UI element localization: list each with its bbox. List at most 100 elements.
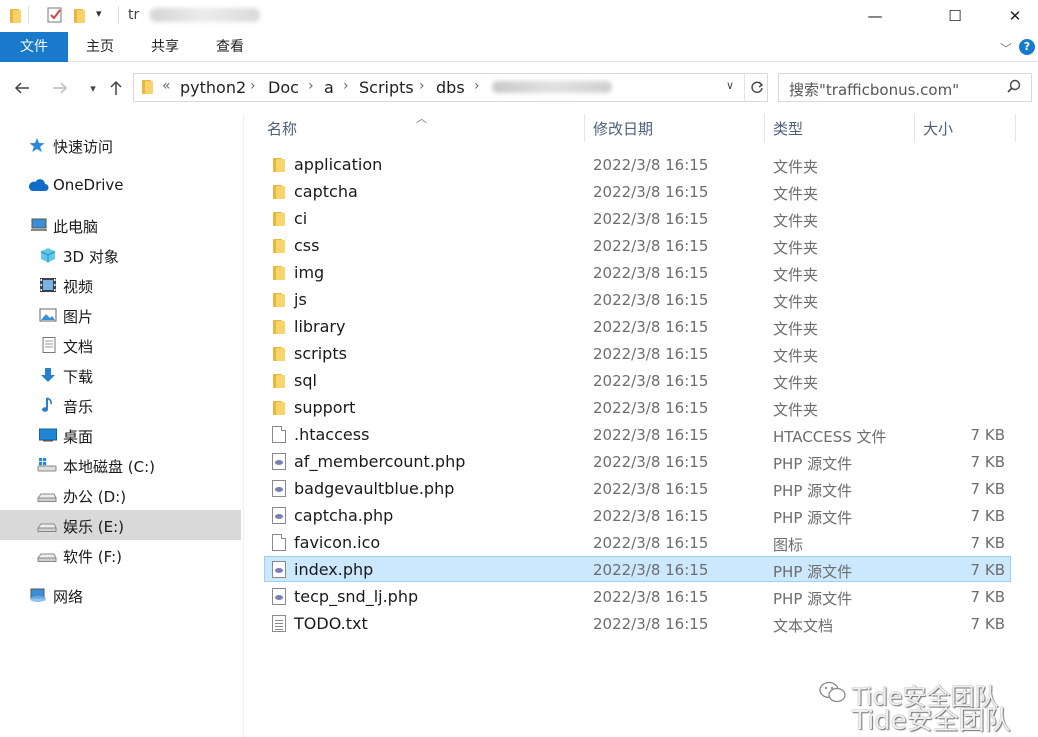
nav-item-drive-d[interactable]: 办公 (D:) [0,480,241,510]
tab-share[interactable]: 共享 [139,32,191,62]
nav-item-videos[interactable]: 视频 [0,270,241,300]
document-icon [42,337,56,353]
nav-item-desktop[interactable]: 桌面 [0,420,241,450]
file-date: 2022/3/8 16:15 [593,480,709,498]
close-button[interactable]: ✕ [992,0,1038,32]
refresh-button[interactable] [744,74,768,101]
folder-icon [272,210,286,227]
folder-icon [272,183,286,200]
tab-home[interactable]: 主页 [74,32,126,62]
back-button[interactable] [9,77,35,99]
folder-icon [272,318,286,335]
file-type: 文件夹 [773,158,819,176]
file-row[interactable]: index.php 2022/3/8 16:15 PHP 源文件 7 KB [264,556,1011,582]
php-file-icon [272,561,286,578]
drive-icon [37,523,57,532]
nav-item-this-pc[interactable]: 此电脑 [0,210,241,240]
column-separator[interactable] [914,114,915,142]
file-type: 文件夹 [773,320,819,338]
file-name: .htaccess [294,425,370,444]
qat-dropdown-icon[interactable]: ▾ [96,7,102,20]
nav-item-music[interactable]: 音乐 [0,390,241,420]
search-box[interactable]: 搜索"trafficbonus.com" [778,73,1032,102]
folder-icon [272,345,286,362]
navigation-bar: ▾ « python2 › Doc › a › Scripts › dbs › … [0,62,1038,114]
column-separator[interactable] [1015,114,1016,142]
folder-icon [272,264,286,281]
file-date: 2022/3/8 16:15 [593,399,709,417]
file-row[interactable]: ci 2022/3/8 16:15 文件夹 [264,205,1011,231]
file-type: 文本文档 [773,617,834,635]
file-row[interactable]: css 2022/3/8 16:15 文件夹 [264,232,1011,258]
arrow-up-icon [110,80,122,95]
nav-item-network[interactable]: 网络 [0,580,241,610]
breadcrumb-a[interactable]: a [324,78,334,97]
column-header-name[interactable]: 名称 [267,118,297,139]
file-row[interactable]: img 2022/3/8 16:15 文件夹 [264,259,1011,285]
nav-item-onedrive[interactable]: OneDrive [0,170,241,200]
folder-icon [272,237,286,254]
nav-item-documents[interactable]: 文档 [0,330,241,360]
column-separator[interactable] [764,114,765,142]
file-row[interactable]: af_membercount.php 2022/3/8 16:15 PHP 源文件 7… [264,448,1011,474]
file-name: badgevaultblue.php [294,479,455,498]
file-row[interactable]: js 2022/3/8 16:15 文件夹 [264,286,1011,312]
search-input[interactable]: 搜索"trafficbonus.com" [789,79,959,100]
nav-item-3d-objects[interactable]: 3D 对象 [0,240,241,270]
maximize-button[interactable]: ☐ [932,0,978,32]
sort-ascending-icon: ︿ [416,112,427,125]
nav-item-quick-access[interactable]: 快速访问 [0,130,241,160]
forward-button[interactable] [47,77,73,99]
file-size: 7 KB [970,588,1005,606]
breadcrumb-python2[interactable]: python2 [180,78,246,97]
help-icon[interactable]: ? [1019,39,1035,55]
properties-icon[interactable] [46,6,64,24]
nav-item-downloads[interactable]: 下载 [0,360,241,390]
file-size: 7 KB [970,561,1005,579]
file-row[interactable]: captcha 2022/3/8 16:15 文件夹 [264,178,1011,204]
breadcrumb-overflow[interactable]: « [162,78,171,94]
file-row[interactable]: badgevaultblue.php 2022/3/8 16:15 PHP 源文件 7… [264,475,1011,501]
file-row[interactable]: application 2022/3/8 16:15 文件夹 [264,151,1011,177]
file-row[interactable]: captcha.php 2022/3/8 16:15 PHP 源文件 7 KB [264,502,1011,528]
column-separator[interactable] [584,114,585,142]
up-button[interactable] [103,77,129,99]
column-header-size[interactable]: 大小 [923,118,953,139]
nav-item-pictures[interactable]: 图片 [0,300,241,330]
php-file-icon [272,507,286,524]
file-type: 文件夹 [773,374,819,392]
new-folder-icon[interactable] [72,8,86,24]
file-row[interactable]: support 2022/3/8 16:15 文件夹 [264,394,1011,420]
file-row[interactable]: scripts 2022/3/8 16:15 文件夹 [264,340,1011,366]
file-type: 图标 [773,536,804,554]
file-row[interactable]: tecp_snd_lj.php 2022/3/8 16:15 PHP 源文件 7 KB [264,583,1011,609]
breadcrumb-scripts[interactable]: Scripts [359,78,414,97]
breadcrumb-doc[interactable]: Doc [268,78,299,97]
file-size: 7 KB [970,615,1005,633]
text-file-icon [272,615,286,632]
breadcrumb-separator: › [250,78,256,94]
file-name: css [294,236,320,255]
tab-view[interactable]: 查看 [204,32,256,62]
folder-icon [272,372,286,389]
chevron-down-icon[interactable]: ∨ [726,79,734,92]
address-bar[interactable]: « python2 › Doc › a › Scripts › dbs › ∨ [133,73,768,102]
file-row[interactable]: .htaccess 2022/3/8 16:15 HTACCESS 文件 7 KB [264,421,1011,447]
file-row[interactable]: favicon.ico 2022/3/8 16:15 图标 7 KB [264,529,1011,555]
file-name: af_membercount.php [294,452,466,471]
file-row[interactable]: sql 2022/3/8 16:15 文件夹 [264,367,1011,393]
nav-item-drive-e[interactable]: 娱乐 (E:) [0,510,241,540]
breadcrumb-dbs[interactable]: dbs [436,78,465,97]
minimize-button[interactable]: — [852,0,898,32]
file-row[interactable]: library 2022/3/8 16:15 文件夹 [264,313,1011,339]
column-header-date[interactable]: 修改日期 [593,118,653,139]
nav-item-drive-f[interactable]: 软件 (F:) [0,540,241,570]
file-size: 7 KB [970,426,1005,444]
file-type: HTACCESS 文件 [773,428,887,446]
nav-item-drive-c[interactable]: 本地磁盘 (C:) [0,450,241,480]
chevron-down-icon[interactable]: ﹀ [1000,40,1012,57]
column-header-type[interactable]: 类型 [773,118,803,139]
tab-file[interactable]: 文件 [0,32,68,62]
file-row[interactable]: TODO.txt 2022/3/8 16:15 文本文档 7 KB [264,610,1011,636]
php-file-icon [272,480,286,497]
